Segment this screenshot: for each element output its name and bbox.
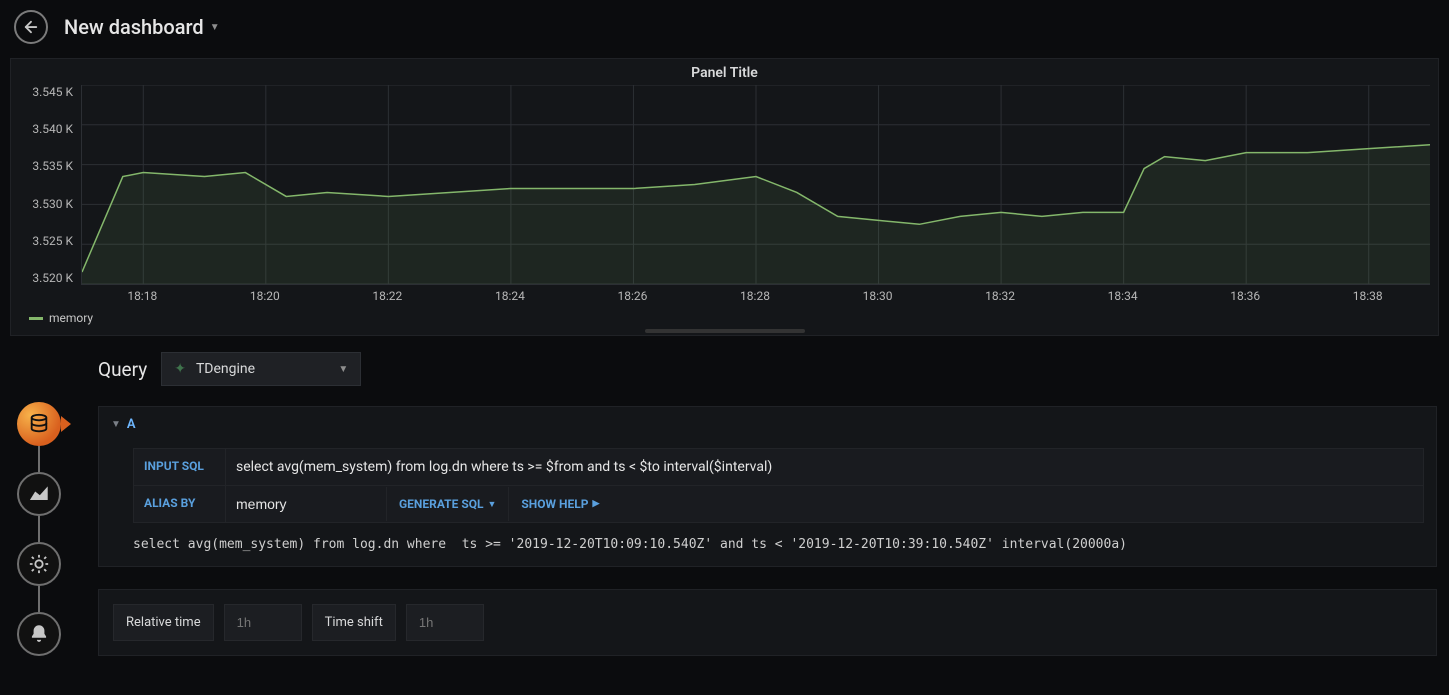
chevron-right-icon: ▶ bbox=[593, 499, 600, 509]
relative-time-input[interactable] bbox=[224, 604, 302, 641]
chevron-down-icon: ▼ bbox=[488, 499, 497, 510]
input-sql-field[interactable]: select avg(mem_system) from log.dn where… bbox=[226, 449, 1423, 485]
alias-by-label: ALIAS BY bbox=[134, 486, 226, 522]
input-sql-label: INPUT SQL bbox=[134, 449, 226, 485]
chevron-down-icon: ▼ bbox=[338, 364, 348, 375]
tab-alert[interactable] bbox=[17, 612, 61, 656]
datasource-select[interactable]: ✦ TDengine ▼ bbox=[161, 352, 361, 386]
time-shift-input[interactable] bbox=[406, 604, 484, 641]
time-shift-label: Time shift bbox=[312, 604, 396, 641]
back-button[interactable] bbox=[14, 10, 48, 44]
time-options-block: Relative time Time shift bbox=[98, 589, 1437, 656]
dashboard-title: New dashboard bbox=[64, 15, 204, 39]
tab-queries[interactable] bbox=[17, 402, 61, 446]
legend-swatch bbox=[29, 317, 43, 320]
relative-time-label: Relative time bbox=[113, 604, 214, 641]
database-icon bbox=[28, 413, 50, 435]
show-help-button[interactable]: SHOW HELP ▶ bbox=[508, 487, 611, 521]
tab-general[interactable] bbox=[17, 542, 61, 586]
chevron-down-icon: ▼ bbox=[210, 22, 220, 33]
chart-legend[interactable]: memory bbox=[29, 311, 1438, 325]
query-row-letter: A bbox=[127, 417, 136, 432]
generated-sql-text: select avg(mem_system) from log.dn where… bbox=[133, 537, 1424, 552]
tab-visualization[interactable] bbox=[17, 472, 61, 516]
chart-svg bbox=[82, 85, 1430, 284]
graph-panel: Panel Title 3.545 K3.540 K3.535 K3.530 K… bbox=[10, 58, 1439, 336]
legend-label: memory bbox=[49, 311, 93, 325]
query-section-label: Query bbox=[98, 358, 147, 381]
chart-area-icon bbox=[28, 483, 50, 505]
x-axis-labels: 18:1818:2018:2218:2418:2618:2818:3018:32… bbox=[81, 289, 1430, 305]
query-row-block: ▼ A INPUT SQL select avg(mem_system) fro… bbox=[98, 406, 1437, 567]
generate-sql-button[interactable]: GENERATE SQL ▼ bbox=[386, 487, 508, 521]
datasource-name: TDengine bbox=[196, 361, 255, 377]
chart-plot[interactable] bbox=[81, 85, 1430, 285]
gear-bug-icon bbox=[28, 553, 50, 575]
collapse-icon: ▼ bbox=[111, 419, 121, 430]
panel-title: Panel Title bbox=[11, 65, 1438, 81]
panel-resize-handle[interactable] bbox=[645, 329, 805, 333]
bell-icon bbox=[29, 624, 49, 644]
dashboard-title-dropdown[interactable]: New dashboard ▼ bbox=[64, 15, 220, 39]
y-axis-labels: 3.545 K3.540 K3.535 K3.530 K3.525 K3.520… bbox=[23, 85, 73, 285]
query-row-toggle[interactable]: ▼ A bbox=[111, 417, 1424, 432]
arrow-left-icon bbox=[22, 18, 40, 36]
datasource-icon: ✦ bbox=[174, 361, 186, 377]
editor-tab-stepper bbox=[0, 352, 78, 656]
alias-by-field[interactable] bbox=[226, 486, 386, 522]
